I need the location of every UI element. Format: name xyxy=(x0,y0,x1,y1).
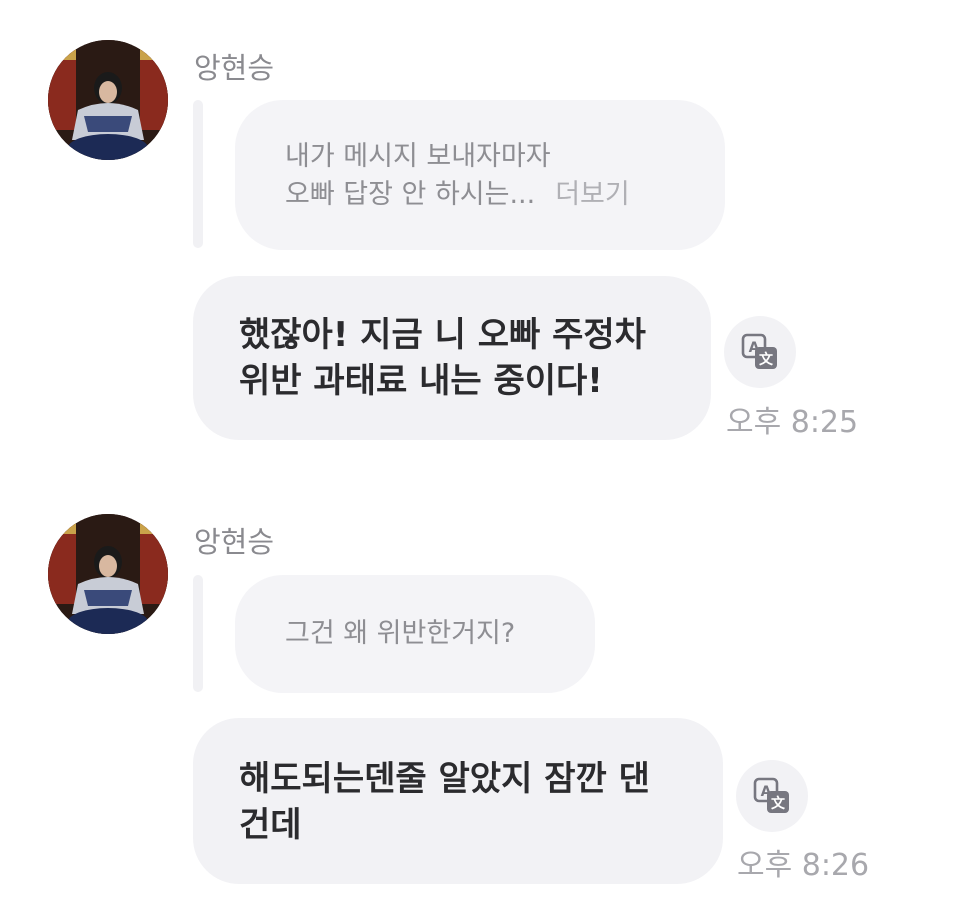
message-text-line: 했잖아! 지금 니 오빠 주정차 xyxy=(239,315,646,355)
quoted-text-line: 그건 왜 위반한거지? xyxy=(285,618,516,649)
translate-button[interactable]: A 文 xyxy=(736,760,808,832)
avatar-image xyxy=(48,40,168,160)
message-bubble[interactable]: 해도되는덴줄 알았지 잠깐 댄 건데 xyxy=(193,718,723,884)
sender-avatar[interactable] xyxy=(48,40,168,160)
quoted-message-bubble[interactable]: 내가 메시지 보내자마자 오빠 답장 안 하시는... 더보기 xyxy=(235,100,725,250)
message-text-line: 해도되는덴줄 알았지 잠깐 댄 xyxy=(239,759,650,799)
quoted-text-line: 오빠 답장 안 하시는... 더보기 xyxy=(285,179,630,210)
message-timestamp: 오후 8:26 xyxy=(737,848,870,883)
avatar-image xyxy=(48,514,168,634)
sender-avatar[interactable] xyxy=(48,514,168,634)
message-timestamp: 오후 8:25 xyxy=(726,405,859,440)
see-more-link[interactable]: 더보기 xyxy=(555,179,630,210)
sender-name: 앙현승 xyxy=(194,525,275,559)
message-bubble[interactable]: 했잖아! 지금 니 오빠 주정차 위반 과태료 내는 중이다! xyxy=(193,276,711,440)
translate-icon: A 文 xyxy=(741,333,777,369)
translate-button[interactable]: A 文 xyxy=(724,316,796,388)
reply-indicator-bar xyxy=(193,575,203,692)
svg-text:文: 文 xyxy=(759,351,774,368)
message-text-line: 건데 xyxy=(239,805,302,845)
svg-text:文: 文 xyxy=(771,795,786,812)
quoted-message-bubble[interactable]: 그건 왜 위반한거지? xyxy=(235,575,595,693)
quoted-text-line: 내가 메시지 보내자마자 xyxy=(285,141,551,172)
translate-icon: A 文 xyxy=(753,777,789,813)
reply-indicator-bar xyxy=(193,100,203,248)
sender-name: 앙현승 xyxy=(194,51,275,85)
message-text-line: 위반 과태료 내는 중이다! xyxy=(239,361,603,401)
